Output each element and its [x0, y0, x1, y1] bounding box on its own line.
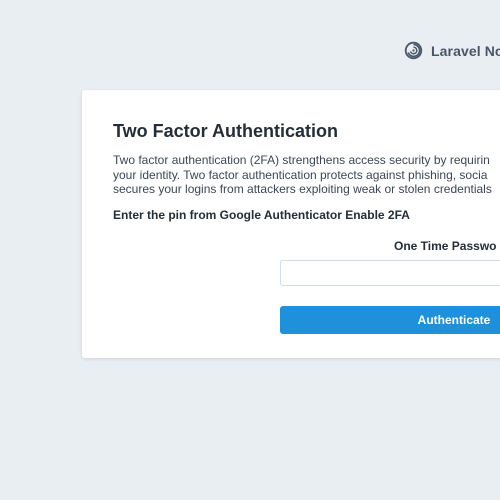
laravel-nova-logo-icon: [404, 41, 423, 60]
otp-label: One Time Passwo: [394, 239, 497, 253]
brand-header[interactable]: Laravel Nova: [404, 41, 500, 60]
authenticate-button-label: Authenticate: [417, 313, 491, 327]
two-factor-card: Two Factor Authentication Two factor aut…: [82, 90, 500, 358]
authenticate-button[interactable]: Authenticate: [280, 306, 500, 334]
description-line: Two factor authentication (2FA) strength…: [113, 153, 490, 167]
instruction-text: Enter the pin from Google Authenticator …: [113, 208, 410, 222]
description-line: your identity. Two factor authentication…: [113, 167, 488, 182]
brand-name: Laravel Nova: [431, 42, 500, 59]
two-factor-page: Laravel Nova Two Factor Authentication T…: [0, 0, 500, 500]
otp-input[interactable]: [280, 260, 500, 286]
description-line: secures your logins from attackers explo…: [113, 182, 492, 196]
description-text: Two factor authentication (2FA) strength…: [113, 153, 500, 197]
page-title: Two Factor Authentication: [113, 121, 338, 141]
